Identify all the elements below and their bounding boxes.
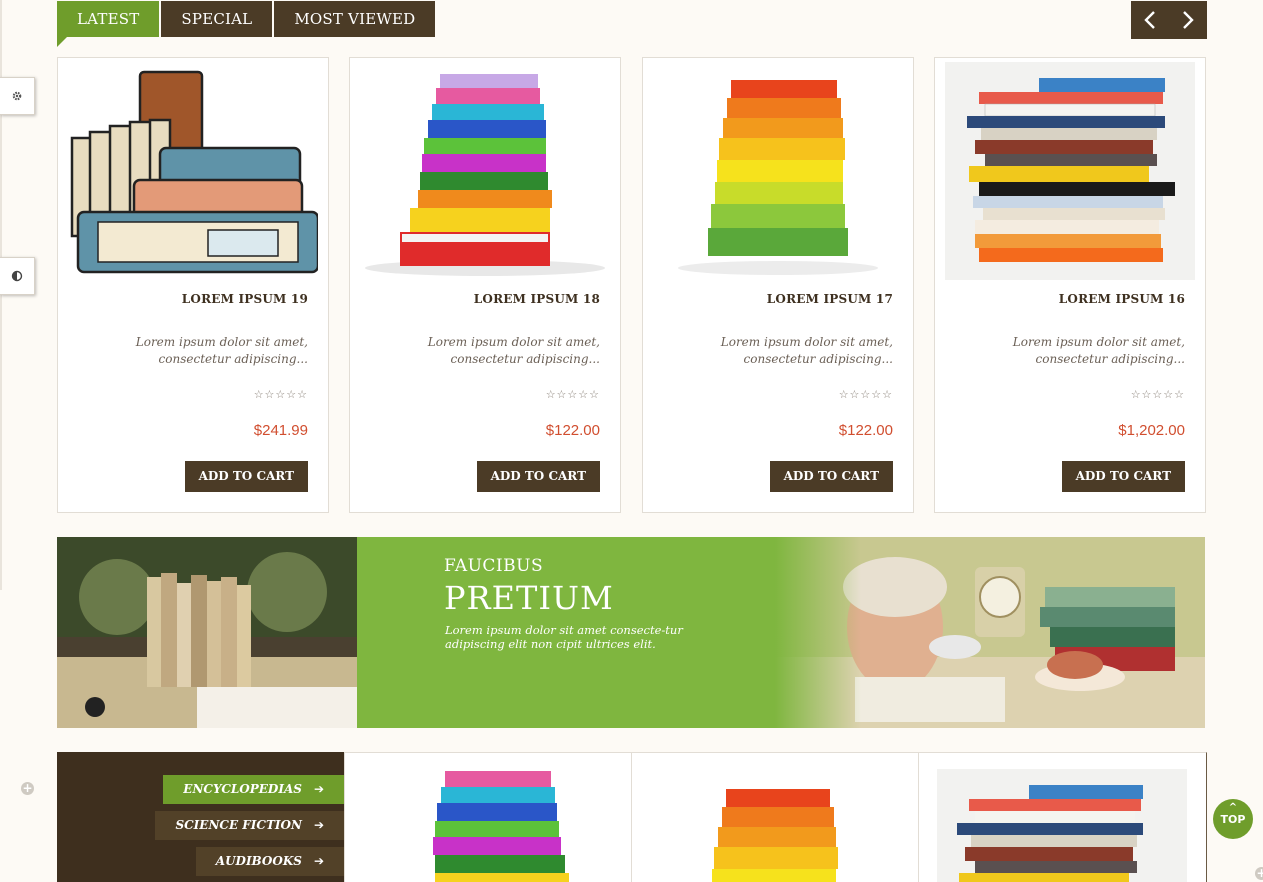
product-description: Lorem ipsum dolor sit amet, consectetur … (135, 335, 308, 366)
product-title[interactable]: LOREM IPSUM 19 (182, 292, 308, 306)
theme-toggle-button[interactable] (0, 257, 35, 295)
gear-icon (12, 91, 22, 101)
product-image (937, 769, 1187, 882)
product-price: $241.99 (253, 422, 308, 439)
category-menu: ENCYCLOPEDIAS ➔ SCIENCE FICTION ➔ AUDIBOOK… (57, 752, 344, 882)
category-label: SCIENCE FICTION (175, 818, 302, 832)
scroll-to-top-button[interactable]: ^ TOP (1213, 799, 1253, 839)
product-description: Lorem ipsum dolor sit amet, consectetur … (427, 335, 600, 366)
chevron-up-icon: ^ (1228, 802, 1238, 813)
product-image (433, 771, 569, 882)
chevron-left-icon (1144, 11, 1155, 29)
contrast-icon (11, 270, 23, 282)
category-product-cell[interactable] (344, 753, 631, 882)
banner-text: Lorem ipsum dolor sit amet consecte-tur … (445, 623, 683, 651)
product-description: Lorem ipsum dolor sit amet, consectetur … (720, 335, 893, 366)
product-image[interactable] (653, 62, 903, 280)
product-card: LOREM IPSUM 19 Lorem ipsum dolor sit ame… (57, 57, 329, 513)
product-image[interactable] (68, 62, 318, 280)
rating-stars: ☆☆☆☆☆ (253, 388, 308, 401)
category-science-fiction[interactable]: SCIENCE FICTION ➔ (155, 811, 344, 840)
product-price: $1,202.00 (1118, 422, 1185, 439)
product-image[interactable] (945, 62, 1195, 280)
arrow-right-icon: ➔ (313, 854, 324, 868)
banner-subtitle: FAUCIBUS (444, 556, 544, 576)
product-card: LOREM IPSUM 18 Lorem ipsum dolor sit ame… (349, 57, 621, 513)
next-button[interactable] (1169, 1, 1207, 39)
category-product-cell[interactable] (918, 753, 1205, 882)
chevron-right-icon (1183, 11, 1194, 29)
tab-most-viewed[interactable]: MOST VIEWED (274, 1, 436, 37)
rating-stars: ☆☆☆☆☆ (838, 388, 893, 401)
product-title[interactable]: LOREM IPSUM 16 (1059, 292, 1185, 306)
category-products (344, 752, 1207, 882)
tab-special[interactable]: SPECIAL (161, 1, 273, 37)
category-label: ENCYCLOPEDIAS (183, 782, 302, 796)
category-audiobooks[interactable]: AUDIBOOKS ➔ (195, 847, 344, 876)
banner-tea-photo (775, 537, 1205, 728)
add-to-cart-button[interactable]: ADD TO CART (476, 461, 600, 492)
category-encyclopedias[interactable]: ENCYCLOPEDIAS ➔ (163, 775, 344, 804)
product-price: $122.00 (838, 422, 893, 439)
add-circle-icon[interactable]: + (21, 782, 34, 795)
product-title[interactable]: LOREM IPSUM 17 (767, 292, 893, 306)
rating-stars: ☆☆☆☆☆ (545, 388, 600, 401)
banner-books-photo (57, 537, 357, 728)
category-label: AUDIBOOKS (215, 854, 302, 868)
product-price: $122.00 (545, 422, 600, 439)
tab-latest[interactable]: LATEST (57, 1, 160, 47)
product-card: LOREM IPSUM 17 Lorem ipsum dolor sit ame… (642, 57, 914, 513)
top-label: TOP (1220, 813, 1246, 826)
product-tabs: LATEST SPECIAL MOST VIEWED (57, 1, 437, 47)
category-product-cell[interactable] (631, 753, 918, 882)
rating-stars: ☆☆☆☆☆ (1130, 388, 1185, 401)
product-description: Lorem ipsum dolor sit amet, consectetur … (1012, 335, 1185, 366)
prev-button[interactable] (1131, 1, 1169, 39)
add-circle-icon-right[interactable]: + (1255, 867, 1263, 880)
product-title[interactable]: LOREM IPSUM 18 (474, 292, 600, 306)
add-to-cart-button[interactable]: ADD TO CART (1061, 461, 1185, 492)
carousel-nav (1131, 1, 1207, 39)
product-card: LOREM IPSUM 16 Lorem ipsum dolor sit ame… (934, 57, 1206, 513)
arrow-right-icon: ➔ (313, 782, 324, 796)
add-to-cart-button[interactable]: ADD TO CART (769, 461, 893, 492)
add-to-cart-button[interactable]: ADD TO CART (184, 461, 308, 492)
product-image[interactable] (360, 62, 610, 280)
arrow-right-icon: ➔ (313, 818, 324, 832)
promo-banner[interactable]: FAUCIBUS PRETIUM Lorem ipsum dolor sit a… (57, 537, 1205, 728)
product-image (712, 789, 838, 882)
banner-title: PRETIUM (444, 579, 614, 617)
settings-toggle-button[interactable] (0, 77, 35, 115)
